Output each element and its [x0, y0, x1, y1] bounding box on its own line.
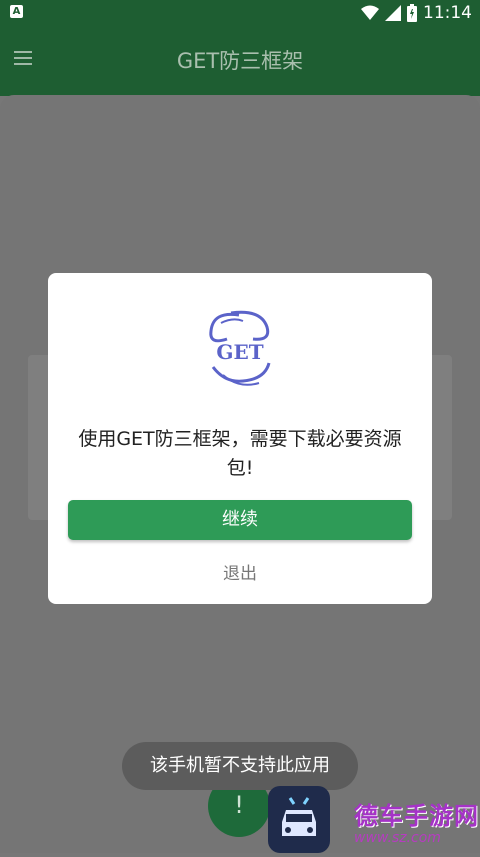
logo-letters: GET [216, 340, 263, 364]
watermark-logo-icon [268, 786, 330, 853]
download-dialog: GET 使用GET防三框架，需要下载必要资源包! 继续 退出 [48, 273, 432, 604]
wifi-icon [361, 5, 379, 20]
app-title: GET防三框架 [176, 49, 304, 73]
app-bar: GET防三框架 [0, 26, 480, 96]
notification-icon: A [10, 5, 23, 18]
get-logo-icon: GET [209, 310, 271, 386]
battery-icon [407, 4, 417, 22]
dialog-message: 使用GET防三框架，需要下载必要资源包! [78, 428, 402, 479]
watermark-text: 德车手游网 [354, 802, 479, 830]
continue-button[interactable]: 继续 [68, 500, 412, 540]
watermark: 德车手游网 www.sz.com [268, 786, 480, 853]
signal-icon [385, 5, 401, 21]
watermark-url: www.sz.com [354, 830, 441, 846]
exit-button[interactable]: 退出 [48, 559, 432, 584]
status-icons: 11:14 [361, 3, 472, 23]
status-time: 11:14 [423, 3, 472, 23]
toast-message: 该手机暂不支持此应用 [122, 742, 358, 790]
status-bar: A 11:14 [0, 0, 480, 26]
